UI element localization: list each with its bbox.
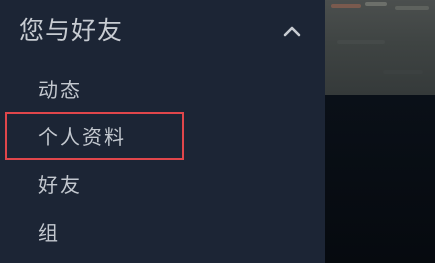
- menu-item-label: 好友: [38, 173, 82, 197]
- sidebar: 您与好友 动态 个人资料 好友 组: [0, 0, 325, 263]
- section-header-you-and-friends[interactable]: 您与好友: [0, 0, 325, 64]
- content-panel: [325, 0, 435, 263]
- background-image: [325, 0, 435, 95]
- content-area: [325, 95, 435, 263]
- chevron-up-icon[interactable]: [283, 25, 301, 37]
- menu-item-label: 动态: [38, 78, 82, 102]
- menu-item-profile[interactable]: 个人资料: [0, 115, 325, 159]
- menu-item-activity[interactable]: 动态: [0, 68, 325, 112]
- menu-item-groups[interactable]: 组: [0, 211, 325, 255]
- menu-item-label: 个人资料: [38, 125, 126, 149]
- menu-item-label: 组: [38, 221, 60, 245]
- menu-item-friends[interactable]: 好友: [0, 163, 325, 207]
- section-title: 您与好友: [19, 16, 124, 45]
